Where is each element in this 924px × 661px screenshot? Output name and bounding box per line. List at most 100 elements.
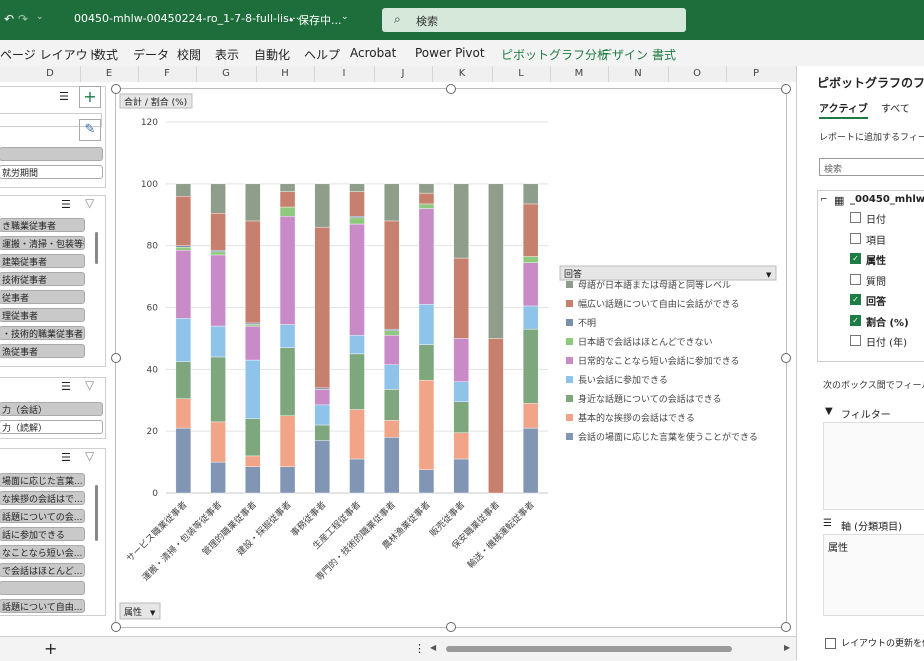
tab-data[interactable]: データ bbox=[133, 46, 169, 63]
bar-segment[interactable] bbox=[418, 379, 435, 471]
chevron-down-icon[interactable]: ⌄ bbox=[36, 12, 44, 22]
slicer-item[interactable]: 場面に応じた言葉... bbox=[0, 473, 85, 487]
resize-handle[interactable] bbox=[111, 622, 121, 632]
slicer-item[interactable]: 話に参加できる bbox=[0, 527, 85, 541]
bar-segment[interactable] bbox=[279, 216, 296, 325]
field-checkbox[interactable] bbox=[850, 212, 861, 223]
tab-help[interactable]: ヘルプ bbox=[304, 46, 340, 63]
slicer-item[interactable]: ・技術的職業従事者 bbox=[0, 326, 85, 340]
bar-segment[interactable] bbox=[245, 324, 261, 327]
bar-segment[interactable] bbox=[245, 418, 261, 457]
filter-icon[interactable]: ▽ bbox=[85, 196, 94, 210]
bar-segment[interactable] bbox=[453, 458, 469, 494]
bar-segment[interactable] bbox=[522, 427, 539, 494]
tab-page-layout[interactable]: ページ レイアウト bbox=[0, 46, 100, 63]
column-header-i[interactable]: I bbox=[314, 68, 374, 79]
bar-segment[interactable] bbox=[488, 183, 504, 339]
bar-segment[interactable] bbox=[175, 361, 192, 399]
bar-segment[interactable] bbox=[384, 420, 400, 438]
slicer-item[interactable]: 話題について自由... bbox=[0, 599, 85, 613]
bar-segment[interactable] bbox=[349, 183, 365, 192]
bar-segment[interactable] bbox=[349, 191, 365, 217]
scroll-right-icon[interactable]: ▶ bbox=[784, 643, 790, 652]
column-header-m[interactable]: M bbox=[550, 68, 608, 79]
resize-handle[interactable] bbox=[446, 622, 456, 632]
bar-segment[interactable] bbox=[522, 403, 539, 429]
bar-segment[interactable] bbox=[279, 191, 296, 208]
slicer-item[interactable]: なことなら短い会... bbox=[0, 545, 85, 559]
bar-segment[interactable] bbox=[279, 466, 296, 494]
undo-icon[interactable]: ↶ bbox=[4, 12, 14, 26]
bar-segment[interactable] bbox=[453, 338, 469, 382]
bar-segment[interactable] bbox=[349, 353, 365, 410]
slicer-item[interactable]: 運搬・清掃・包装等従事者 bbox=[0, 236, 85, 250]
slicer-item[interactable]: 就労期間 bbox=[0, 165, 103, 179]
column-header-p[interactable]: P bbox=[726, 68, 786, 79]
bar-segment[interactable] bbox=[175, 250, 192, 319]
multi-select-icon[interactable]: ☰ bbox=[61, 198, 71, 211]
bar-segment[interactable] bbox=[522, 328, 539, 404]
bar-segment[interactable] bbox=[279, 183, 296, 192]
search-box[interactable]: ⌕ 検索 bbox=[382, 8, 686, 32]
defer-update-checkbox[interactable] bbox=[825, 638, 836, 649]
tab-review[interactable]: 校閲 bbox=[177, 46, 201, 63]
tab-acrobat[interactable]: Acrobat bbox=[350, 46, 396, 60]
multi-select-icon[interactable]: ☰ bbox=[61, 380, 71, 393]
bar-segment[interactable] bbox=[314, 226, 330, 389]
bar-segment[interactable] bbox=[279, 415, 296, 467]
bar-segment[interactable] bbox=[453, 381, 469, 402]
slicer-item[interactable]: き職業従事者 bbox=[0, 218, 85, 232]
axis-field-button[interactable]: 属性 bbox=[124, 606, 142, 618]
field-checkbox[interactable]: ✓ bbox=[850, 314, 861, 326]
bar-segment[interactable] bbox=[522, 262, 539, 307]
resize-handle[interactable] bbox=[111, 353, 121, 363]
slicer-scrollbar[interactable] bbox=[95, 232, 98, 264]
slicer-scrollbar[interactable] bbox=[95, 485, 98, 541]
bar-segment[interactable] bbox=[522, 183, 539, 205]
column-header-l[interactable]: L bbox=[492, 68, 550, 79]
bar-segment[interactable] bbox=[210, 254, 226, 327]
filter-drop-area[interactable] bbox=[823, 422, 924, 510]
bar-segment[interactable] bbox=[384, 183, 400, 222]
column-header-g[interactable]: G bbox=[196, 68, 256, 79]
bar-segment[interactable] bbox=[522, 256, 539, 263]
field-checkbox[interactable] bbox=[850, 273, 861, 285]
resize-handle[interactable] bbox=[781, 353, 791, 363]
bar-segment[interactable] bbox=[418, 469, 435, 494]
bar-segment[interactable] bbox=[418, 208, 435, 305]
tab-design[interactable]: デザイン bbox=[600, 46, 648, 63]
bar-segment[interactable] bbox=[314, 387, 330, 390]
bar-segment[interactable] bbox=[175, 245, 192, 248]
bar-segment[interactable] bbox=[210, 325, 226, 358]
bar-segment[interactable] bbox=[245, 325, 261, 361]
filter-icon[interactable]: ▽ bbox=[85, 449, 94, 463]
column-header-j[interactable]: J bbox=[374, 68, 432, 79]
tab-automate[interactable]: 自動化 bbox=[254, 46, 290, 63]
bar-segment[interactable] bbox=[384, 335, 400, 365]
column-header-h[interactable]: H bbox=[256, 68, 314, 79]
slicer-item[interactable] bbox=[0, 147, 103, 161]
bar-segment[interactable] bbox=[210, 250, 226, 253]
tab-all[interactable]: すべて bbox=[881, 100, 910, 115]
bar-segment[interactable] bbox=[175, 247, 192, 251]
bar-segment[interactable] bbox=[314, 440, 330, 494]
slicer-item[interactable]: で会話はほとんど... bbox=[0, 563, 85, 577]
tab-formulas[interactable]: 数式 bbox=[94, 46, 118, 63]
tab-pivotchart-analyze[interactable]: ピボットグラフ分析 bbox=[501, 46, 609, 63]
bar-segment[interactable] bbox=[384, 437, 400, 494]
legend-field-button[interactable]: 回答 bbox=[564, 268, 582, 280]
tab-view[interactable]: 表示 bbox=[215, 46, 239, 63]
bar-segment[interactable] bbox=[210, 183, 226, 214]
bar-segment[interactable] bbox=[418, 192, 435, 205]
bar-segment[interactable] bbox=[418, 203, 435, 209]
bar-segment[interactable] bbox=[522, 305, 539, 330]
bar-segment[interactable] bbox=[349, 217, 365, 225]
bar-segment[interactable] bbox=[210, 421, 226, 463]
resize-handle[interactable] bbox=[111, 84, 121, 94]
slicer-item[interactable]: 漁従事者 bbox=[0, 344, 85, 358]
field-checkbox[interactable] bbox=[850, 232, 861, 244]
slicer-item[interactable]: 技術従事者 bbox=[0, 272, 85, 286]
worksheet[interactable]: ☰ + ✎ 就労期間 ☰ ▽ き職業従事者 運搬・清掃・包装等従事者 建築従事者… bbox=[0, 82, 796, 632]
slicer-item[interactable]: 力（会話） bbox=[0, 402, 103, 416]
bar-segment[interactable] bbox=[349, 216, 365, 219]
